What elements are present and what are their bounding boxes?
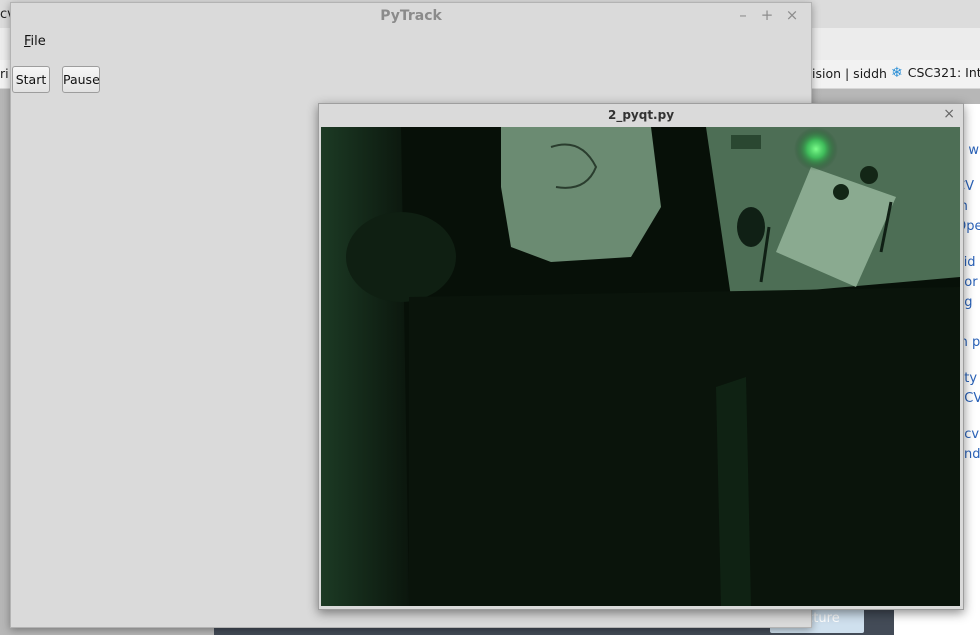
pause-button[interactable]: Pause xyxy=(62,66,100,93)
close-icon[interactable]: × xyxy=(784,6,800,24)
bookmark-label: CSC321: Intr xyxy=(907,65,980,80)
pytrack-titlebar[interactable]: PyTrack – + × xyxy=(11,3,811,29)
menu-file-label: ile xyxy=(30,34,46,49)
snowflake-icon: ❄ xyxy=(891,65,903,81)
start-button[interactable]: Start xyxy=(12,66,50,93)
minimize-icon[interactable]: – xyxy=(735,6,751,24)
close-icon[interactable]: × xyxy=(943,106,955,122)
webcam-image xyxy=(321,127,960,606)
bookmark-item[interactable]: ision | siddh xyxy=(812,66,887,81)
window-title: PyTrack xyxy=(380,8,442,24)
video-window: 2_pyqt.py × xyxy=(318,103,964,610)
menu-file[interactable]: File xyxy=(24,34,46,49)
webcam-video-frame xyxy=(321,127,960,606)
video-window-title: 2_pyqt.py xyxy=(607,108,675,122)
bookmark-item[interactable]: ❄ CSC321: Intr xyxy=(891,65,980,81)
maximize-icon[interactable]: + xyxy=(759,6,775,24)
bookmark-fragment-left[interactable]: ri xyxy=(0,66,9,81)
